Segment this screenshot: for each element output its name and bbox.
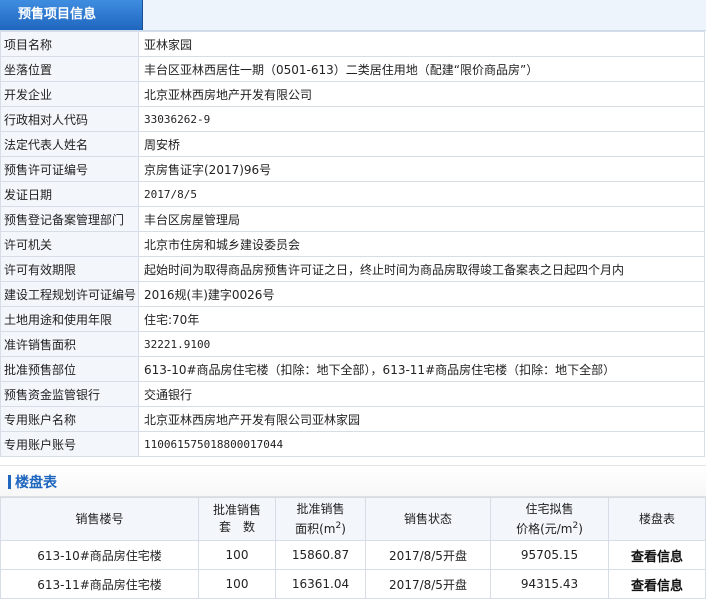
info-row: 法定代表人姓名 周安桥 [0, 131, 705, 157]
info-row-value: 住宅:70年 [138, 306, 705, 332]
presale-info-table: 项目名称 亚林家园 坐落位置 丰台区亚林西居住一期（0501-613）二类居住用地（配… [0, 31, 705, 457]
info-row-label: 预售资金监管银行 [0, 381, 139, 407]
info-row: 开发企业 北京亚林西房地产开发有限公司 [0, 81, 705, 107]
info-row-label: 许可有效期限 [0, 256, 139, 282]
info-row: 建设工程规划许可证编号 2016规(丰)建字0026号 [0, 281, 705, 307]
info-row: 批准预售部位 613-10#商品房住宅楼（扣除：地下全部），613-11#商品房住… [0, 356, 705, 382]
info-row: 坐落位置 丰台区亚林西居住一期（0501-613）二类居住用地（配建“限价商品房”… [0, 56, 705, 82]
tab-presale-info[interactable]: 预售项目信息 [0, 0, 143, 30]
info-row: 专用账户名称 北京亚林西房地产开发有限公司亚林家园 [0, 406, 705, 432]
info-row-value: 丰台区亚林西居住一期（0501-613）二类居住用地（配建“限价商品房”） [138, 56, 705, 82]
info-row-label: 建设工程规划许可证编号 [0, 281, 139, 307]
cell-price: 95705.15 [490, 540, 609, 570]
info-row-label: 准许销售面积 [0, 331, 139, 357]
info-row-label: 许可机关 [0, 231, 139, 257]
info-row: 土地用途和使用年限 住宅:70年 [0, 306, 705, 332]
cell-building: 613-11#商品房住宅楼 [0, 569, 199, 599]
section-title: 楼盘表 [15, 475, 57, 491]
cell-status: 2017/8/5开盘 [365, 569, 491, 599]
info-row-label: 开发企业 [0, 81, 139, 107]
info-row-label: 土地用途和使用年限 [0, 306, 139, 332]
cell-building: 613-10#商品房住宅楼 [0, 540, 199, 570]
info-row-label: 坐落位置 [0, 56, 139, 82]
cell-status: 2017/8/5开盘 [365, 540, 491, 570]
cell-units: 100 [198, 540, 276, 570]
col-header-status: 销售状态 [365, 497, 491, 541]
info-row: 发证日期 2017/8/5 [0, 181, 705, 207]
info-row-label: 法定代表人姓名 [0, 131, 139, 157]
info-row: 预售资金监管银行 交通银行 [0, 381, 705, 407]
table-row: 613-10#商品房住宅楼 100 15860.87 2017/8/5开盘 95705.… [0, 540, 706, 570]
cell-units: 100 [198, 569, 276, 599]
view-info-link[interactable]: 查看信息 [608, 540, 706, 570]
view-info-link[interactable]: 查看信息 [608, 569, 706, 599]
section-marker [8, 475, 11, 489]
info-row-label: 发证日期 [0, 181, 139, 207]
header-bar: 预售项目信息 [0, 0, 706, 31]
cell-area: 16361.04 [275, 569, 366, 599]
info-row-label: 行政相对人代码 [0, 106, 139, 132]
info-row-label: 专用账户名称 [0, 406, 139, 432]
col-header-area: 批准销售 面积(m2) [275, 497, 366, 541]
info-row-value: 110061575018800017044 [138, 431, 705, 457]
info-row: 准许销售面积 32221.9100 [0, 331, 705, 357]
info-row-value: 亚林家园 [138, 31, 705, 57]
building-table: 销售楼号 批准销售套 数 批准销售 面积(m2) 销售状态 住宅拟售 价格(元/m2… [0, 497, 706, 599]
info-row-label: 项目名称 [0, 31, 139, 57]
col-header-building: 销售楼号 [0, 497, 199, 541]
col-header-detail: 楼盘表 [608, 497, 706, 541]
info-row-value: 北京亚林西房地产开发有限公司亚林家园 [138, 406, 705, 432]
building-section-header: 楼盘表 [0, 465, 706, 497]
cell-area: 15860.87 [275, 540, 366, 570]
info-row-value: 北京亚林西房地产开发有限公司 [138, 81, 705, 107]
info-row-value: 北京市住房和城乡建设委员会 [138, 231, 705, 257]
info-row: 行政相对人代码 33036262-9 [0, 106, 705, 132]
info-row-value: 周安桥 [138, 131, 705, 157]
info-row-value: 丰台区房屋管理局 [138, 206, 705, 232]
info-row-label: 批准预售部位 [0, 356, 139, 382]
info-row-value: 32221.9100 [138, 331, 705, 357]
info-row-value: 2017/8/5 [138, 181, 705, 207]
info-row: 许可有效期限 起始时间为取得商品房预售许可证之日，终止时间为商品房取得竣工备案表之… [0, 256, 705, 282]
col-header-units: 批准销售套 数 [198, 497, 276, 541]
info-row: 预售许可证编号 京房售证字(2017)96号 [0, 156, 705, 182]
info-row: 预售登记备案管理部门 丰台区房屋管理局 [0, 206, 705, 232]
info-row-value: 613-10#商品房住宅楼（扣除：地下全部），613-11#商品房住宅楼（扣除：… [138, 356, 705, 382]
col-header-price: 住宅拟售 价格(元/m2) [490, 497, 609, 541]
info-row: 项目名称 亚林家园 [0, 31, 705, 57]
info-row-value: 京房售证字(2017)96号 [138, 156, 705, 182]
cell-price: 94315.43 [490, 569, 609, 599]
info-row-label: 专用账户账号 [0, 431, 139, 457]
info-row-value: 33036262-9 [138, 106, 705, 132]
info-row-value: 起始时间为取得商品房预售许可证之日，终止时间为商品房取得竣工备案表之日起四个月内 [138, 256, 705, 282]
info-row-value: 交通银行 [138, 381, 705, 407]
info-row-value: 2016规(丰)建字0026号 [138, 281, 705, 307]
info-row: 许可机关 北京市住房和城乡建设委员会 [0, 231, 705, 257]
info-row-label: 预售登记备案管理部门 [0, 206, 139, 232]
table-row: 613-11#商品房住宅楼 100 16361.04 2017/8/5开盘 94315.… [0, 569, 706, 599]
info-row: 专用账户账号 110061575018800017044 [0, 431, 705, 457]
info-row-label: 预售许可证编号 [0, 156, 139, 182]
